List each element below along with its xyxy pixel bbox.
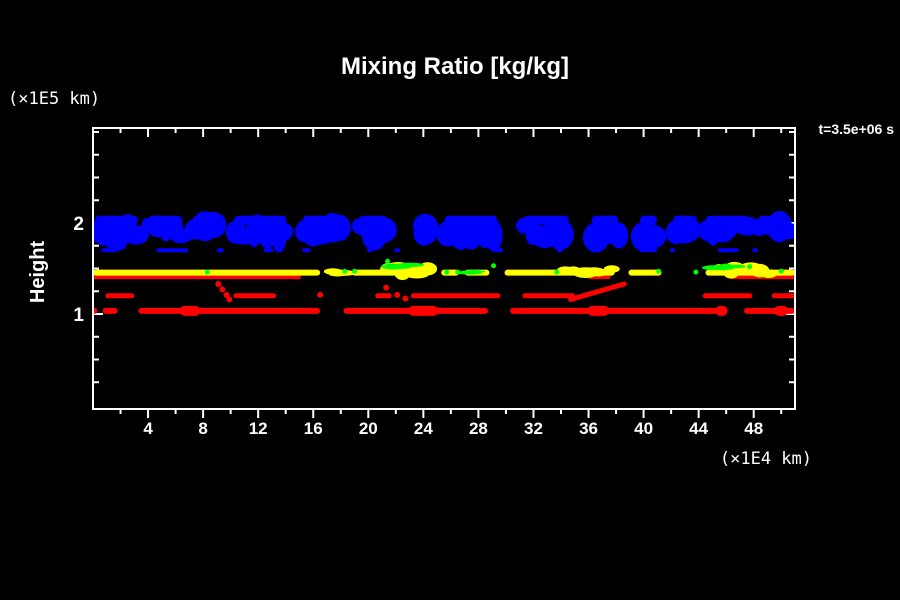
blue-cloud-blob <box>484 219 503 252</box>
x-tick-label: 4 <box>143 419 153 438</box>
blue-cloud-blob <box>419 222 437 244</box>
blue-wisp <box>394 248 400 253</box>
red-low-lump <box>715 305 728 316</box>
red-low-lump <box>408 305 439 316</box>
red-low-lump <box>774 305 789 316</box>
blue-cloud-blob <box>274 223 294 241</box>
green-speck <box>656 268 662 274</box>
blue-wisp <box>556 248 563 253</box>
blue-wisp <box>591 248 601 253</box>
x-tick-label: 20 <box>359 419 378 438</box>
red-speck <box>226 296 233 303</box>
green-speck <box>342 268 348 274</box>
blue-wisp <box>302 248 311 253</box>
x-tick-label: 28 <box>469 419 488 438</box>
green-speck <box>352 268 358 274</box>
red-mid-band <box>522 293 575 299</box>
blue-wisp <box>752 248 758 253</box>
blue-wisp <box>263 248 274 253</box>
blue-cloud-blob <box>639 224 667 249</box>
blue-wisp <box>639 248 658 253</box>
red-mid-band <box>233 293 277 299</box>
yellow-blob <box>603 265 620 273</box>
chart-title: Mixing Ratio [kg/kg] <box>341 53 569 80</box>
x-axis-unit-label: (×1E4 km) <box>720 449 812 469</box>
blue-wisp <box>492 248 504 253</box>
green-speck <box>385 258 391 264</box>
red-low-band <box>510 307 728 314</box>
y-axis-label: Height <box>27 241 49 304</box>
blue-wisp <box>156 248 188 253</box>
y-tick-label: 2 <box>73 214 84 235</box>
blue-wisp <box>101 248 118 253</box>
x-tick-label: 44 <box>689 419 708 438</box>
plot-frame <box>92 127 796 410</box>
red-speck <box>394 291 401 298</box>
green-speck <box>747 264 753 270</box>
x-tick-labels: 4 8 12 16 20 24 28 32 36 40 44 48 <box>143 419 763 438</box>
red-speck <box>402 295 409 302</box>
x-tick-label: 12 <box>249 419 268 438</box>
green-speck <box>455 269 461 275</box>
red-under-yellow <box>94 275 301 280</box>
red-speck <box>317 291 324 298</box>
green-speck <box>554 269 560 275</box>
blue-cloud-blob <box>369 217 397 243</box>
mixing-ratio-plot: Mixing Ratio [kg/kg] (×1E5 km) t=3.5e+06… <box>8 53 894 469</box>
red-mid-band <box>105 293 135 299</box>
x-tick-label: 48 <box>744 419 763 438</box>
x-tick-label: 40 <box>634 419 653 438</box>
y-tick-label: 1 <box>73 305 84 326</box>
blue-wisp <box>717 248 739 253</box>
blue-cloud-blob <box>199 211 227 239</box>
blue-cloud-blob <box>609 222 629 249</box>
red-low-lump <box>587 305 610 316</box>
plot-content <box>94 210 794 316</box>
y-tick-labels: 12 <box>73 214 84 326</box>
green-speck <box>693 269 699 275</box>
red-speck <box>383 284 390 291</box>
green-patch <box>725 264 746 269</box>
red-layers <box>94 275 794 316</box>
red-mid-band <box>771 293 794 299</box>
red-speck <box>219 286 226 293</box>
blue-cloud-blob <box>556 221 573 242</box>
blue-cloud-blob <box>327 214 351 242</box>
blue-cloud-blob <box>779 223 794 240</box>
green-speck <box>444 269 450 275</box>
red-low-band <box>138 307 321 314</box>
red-mid-band <box>410 293 501 299</box>
blue-wisp <box>366 248 373 253</box>
x-tick-label: 36 <box>579 419 598 438</box>
green-speck <box>204 269 210 275</box>
red-mid-band <box>702 293 753 299</box>
x-tick-label: 32 <box>524 419 543 438</box>
time-annotation: t=3.5e+06 s <box>818 121 894 137</box>
red-speck <box>215 280 222 287</box>
green-speck <box>778 268 784 274</box>
y-axis-unit-label: (×1E5 km) <box>8 89 100 109</box>
yellow-blob <box>760 269 778 278</box>
red-low-lump <box>179 305 201 316</box>
cloud-layer-blue <box>94 210 794 253</box>
blue-wisp <box>216 248 224 253</box>
red-mid-band <box>375 293 392 299</box>
green-patch <box>396 262 425 268</box>
x-tick-label: 8 <box>198 419 207 438</box>
green-speck <box>491 263 497 269</box>
screenshot-root: Mixing Ratio [kg/kg] (×1E5 km) t=3.5e+06… <box>0 0 900 600</box>
x-tick-label: 24 <box>414 419 433 438</box>
red-diagonal-streak <box>568 281 627 302</box>
green-patch <box>464 269 483 274</box>
red-low-band <box>102 307 118 314</box>
blue-wisp <box>669 248 676 253</box>
x-tick-label: 16 <box>304 419 323 438</box>
